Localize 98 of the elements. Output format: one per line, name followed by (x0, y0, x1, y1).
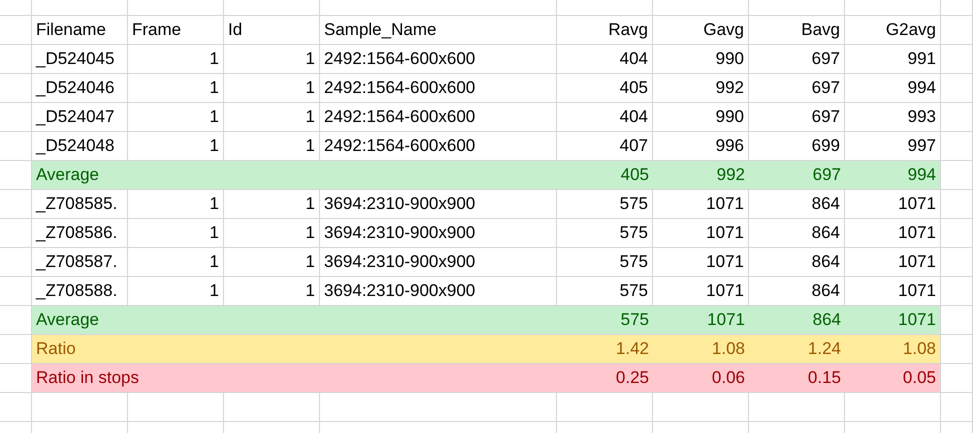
empty-cell (0, 74, 32, 103)
table-cell: 993 (845, 103, 941, 132)
table-cell: 2492:1564-600x600 (320, 45, 557, 74)
table-cell: 1 (224, 103, 320, 132)
table-cell: 1071 (845, 219, 941, 248)
table-cell: 575 (557, 248, 653, 277)
table-cell: 1071 (845, 248, 941, 277)
table-cell: 1 (128, 45, 224, 74)
table-cell: 864 (749, 306, 845, 335)
empty-cell (0, 0, 32, 16)
row-label: Ratio in stops (32, 364, 557, 393)
table-cell: 405 (557, 74, 653, 103)
column-header: G2avg (845, 16, 941, 45)
table-cell: 1071 (653, 190, 749, 219)
table-cell: 2492:1564-600x600 (320, 103, 557, 132)
empty-cell (941, 74, 973, 103)
column-header: Gavg (653, 16, 749, 45)
empty-cell (941, 248, 973, 277)
table-cell: 1.08 (845, 335, 941, 364)
table-cell: 1071 (653, 248, 749, 277)
table-cell: _D524047 (32, 103, 128, 132)
table-cell: _Z708585. (32, 190, 128, 219)
empty-cell (0, 248, 32, 277)
table-cell: 864 (749, 219, 845, 248)
table-cell: 990 (653, 45, 749, 74)
column-header: Ravg (557, 16, 653, 45)
table-cell: 697 (749, 103, 845, 132)
table-cell: 697 (749, 161, 845, 190)
empty-cell (941, 45, 973, 74)
table-cell: 1071 (653, 219, 749, 248)
empty-cell (0, 103, 32, 132)
table-cell: 1071 (653, 306, 749, 335)
empty-cell (0, 277, 32, 306)
table-cell: 1 (128, 248, 224, 277)
table-cell: 0.05 (845, 364, 941, 393)
column-header: Bavg (749, 16, 845, 45)
table-cell: _D524046 (32, 74, 128, 103)
empty-cell (941, 132, 973, 161)
table-cell: 994 (845, 161, 941, 190)
table-cell: 2492:1564-600x600 (320, 74, 557, 103)
table-cell: 1 (128, 74, 224, 103)
table-cell: 3694:2310-900x900 (320, 248, 557, 277)
table-cell: _D524045 (32, 45, 128, 74)
table-cell: 405 (557, 161, 653, 190)
empty-cell (941, 277, 973, 306)
table-cell: _Z708586. (32, 219, 128, 248)
table-cell: 1.08 (653, 335, 749, 364)
table-cell: 575 (557, 306, 653, 335)
table-cell: 404 (557, 103, 653, 132)
table-cell: 575 (557, 190, 653, 219)
table-cell: 0.06 (653, 364, 749, 393)
column-header: Sample_Name (320, 16, 557, 45)
table-cell: 864 (749, 190, 845, 219)
table-cell: 1 (128, 190, 224, 219)
column-header: Frame (128, 16, 224, 45)
column-header: Id (224, 16, 320, 45)
table-cell: 992 (653, 74, 749, 103)
table-cell: 1.42 (557, 335, 653, 364)
table-cell: 990 (653, 103, 749, 132)
empty-cell (941, 0, 973, 16)
table-cell: 1 (224, 219, 320, 248)
table-cell: 3694:2310-900x900 (320, 219, 557, 248)
row-label: Average (32, 306, 557, 335)
empty-cell (941, 219, 973, 248)
table-cell: 994 (845, 74, 941, 103)
table-cell: _Z708587. (32, 248, 128, 277)
empty-cell (0, 132, 32, 161)
row-label: Ratio (32, 335, 557, 364)
empty-cell (0, 45, 32, 74)
empty-cell (941, 393, 973, 422)
table-cell: 0.25 (557, 364, 653, 393)
empty-cell (0, 16, 32, 45)
table-cell: 697 (749, 74, 845, 103)
table-cell: 1 (128, 103, 224, 132)
empty-cell (941, 190, 973, 219)
table-cell: 1 (128, 219, 224, 248)
table-cell: 991 (845, 45, 941, 74)
table-cell: 1 (224, 74, 320, 103)
table-cell: 1071 (845, 306, 941, 335)
column-header: Filename (32, 16, 128, 45)
empty-cell (0, 190, 32, 219)
empty-cell (0, 219, 32, 248)
empty-cell (0, 393, 32, 422)
table-cell: 1 (224, 45, 320, 74)
table-cell: 575 (557, 219, 653, 248)
table-cell: 0.15 (749, 364, 845, 393)
table-cell: 1071 (845, 190, 941, 219)
table-cell: 404 (557, 45, 653, 74)
table-cell: 1 (224, 190, 320, 219)
table-cell: 3694:2310-900x900 (320, 190, 557, 219)
row-label: Average (32, 161, 557, 190)
table-cell: 864 (749, 248, 845, 277)
table-cell: 1.24 (749, 335, 845, 364)
table-cell: 697 (749, 45, 845, 74)
empty-cell (941, 16, 973, 45)
empty-cell (941, 103, 973, 132)
table-cell: 1 (224, 248, 320, 277)
table-cell: 992 (653, 161, 749, 190)
